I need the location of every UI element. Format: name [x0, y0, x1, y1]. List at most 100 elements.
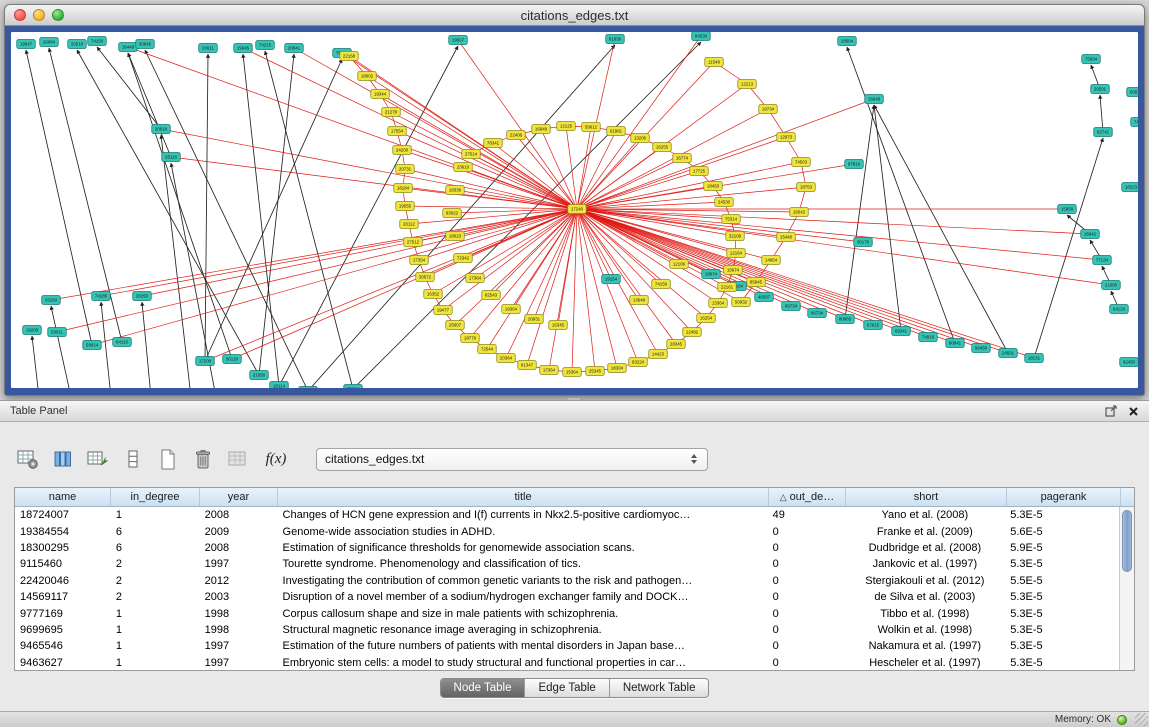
graph-node[interactable]: 74150 — [88, 37, 107, 46]
graph-node[interactable]: 76234 — [344, 385, 363, 389]
graph-node[interactable]: 13364 — [709, 299, 728, 308]
column-header-pagerank[interactable]: pagerank — [1007, 488, 1121, 506]
graph-node[interactable]: 12106 — [670, 260, 689, 269]
graph-node[interactable]: 20518 — [68, 40, 87, 49]
graph-node[interactable]: 16648 — [865, 95, 884, 104]
graph-node[interactable]: 13206 — [631, 134, 650, 143]
graph-node[interactable]: 19477 — [434, 306, 453, 315]
column-header-short[interactable]: short — [846, 488, 1007, 506]
graph-node[interactable]: 27514 — [462, 150, 481, 159]
graph-node[interactable]: 18223 — [1122, 183, 1138, 192]
graph-node[interactable]: 12973 — [777, 133, 796, 142]
graph-node[interactable]: 20731 — [396, 165, 415, 174]
graph-node[interactable]: 64110 — [113, 338, 132, 347]
graph-node[interactable]: 18304 — [608, 364, 627, 373]
graph-node[interactable]: 99450 — [972, 344, 991, 353]
graph-node[interactable]: 20364 — [497, 354, 516, 363]
graph-node[interactable]: 75314 — [722, 215, 741, 224]
graph-node[interactable]: 17554 — [388, 127, 407, 136]
graph-node[interactable]: 16114 — [270, 382, 289, 389]
graph-node[interactable]: 16254 — [697, 314, 716, 323]
graph-node[interactable]: 17364 — [466, 274, 485, 283]
graph-node[interactable]: 82543 — [482, 291, 501, 300]
graph-node[interactable]: 18023 — [446, 232, 465, 241]
graph-node[interactable]: 16042 — [790, 208, 809, 217]
graph-node[interactable]: 18131 — [1025, 354, 1044, 363]
delete-button[interactable] — [191, 447, 215, 471]
graph-node[interactable]: 19208 — [23, 326, 42, 335]
graph-node[interactable]: 25118 — [162, 153, 181, 162]
graph-node[interactable]: 16449 — [119, 43, 138, 52]
graph-node[interactable]: 50918 — [1127, 88, 1138, 97]
graph-node[interactable]: 18336 — [446, 186, 465, 195]
graph-node[interactable]: 92741 — [1094, 128, 1113, 137]
function-builder-button[interactable]: f(x) — [261, 447, 291, 471]
graph-node[interactable]: 59011 — [48, 328, 67, 337]
tab-node-table[interactable]: Node Table — [441, 679, 526, 697]
graph-node[interactable]: 74215 — [256, 41, 275, 50]
graph-node[interactable]: 16774 — [673, 154, 692, 163]
graph-node[interactable]: 17354 — [410, 256, 429, 265]
graph-node[interactable]: 72342 — [454, 254, 473, 263]
graph-node[interactable]: 74916 — [919, 333, 938, 342]
close-panel-icon[interactable] — [1128, 406, 1139, 417]
graph-node[interactable]: 15440 — [777, 233, 796, 242]
table-row[interactable]: 977716911998Corpus callosum shape and si… — [15, 605, 1119, 621]
tab-network-table[interactable]: Network Table — [610, 679, 709, 697]
column-header-name[interactable]: name — [15, 488, 111, 506]
graph-node[interactable]: 74165 — [1131, 118, 1138, 127]
graph-node[interactable]: 24501 — [999, 349, 1018, 358]
graph-node[interactable]: 11548 — [705, 58, 724, 67]
table-row[interactable]: 969969511998Structural magnetic resonanc… — [15, 622, 1119, 638]
table-row[interactable]: 946554611997Estimation of the future num… — [15, 638, 1119, 654]
graph-node[interactable]: 15364 — [563, 368, 582, 377]
graph-node[interactable]: 19154 — [602, 275, 621, 284]
graph-node[interactable]: 17240 — [568, 205, 587, 214]
graph-node[interactable]: 67915 — [864, 321, 883, 330]
graph-node[interactable]: 14954 — [762, 256, 781, 265]
graph-node[interactable]: 17364 — [540, 366, 559, 375]
tab-edge-table[interactable]: Edge Table — [525, 679, 609, 697]
graph-node[interactable]: 80941 — [946, 339, 965, 348]
graph-node[interactable]: 20112 — [400, 220, 419, 229]
graph-node[interactable]: 19567 — [449, 36, 468, 45]
table-row[interactable]: 1872400712008Changes of HCN gene express… — [15, 507, 1119, 523]
graph-node[interactable]: 77134 — [1093, 256, 1112, 265]
graph-node[interactable]: 95734 — [782, 302, 801, 311]
graph-node[interactable]: 18450 — [704, 182, 723, 191]
graph-node[interactable]: 19555 — [396, 202, 415, 211]
graph-node[interactable]: 17208 — [196, 357, 215, 366]
graph-node[interactable]: 20618 — [152, 125, 171, 134]
window-titlebar[interactable]: citations_edges.txt — [5, 5, 1144, 26]
graph-node[interactable]: 27512 — [404, 238, 423, 247]
graph-node[interactable]: 59014 — [83, 341, 102, 350]
graph-node[interactable]: 12164 — [727, 249, 746, 258]
graph-node[interactable]: 28345 — [667, 340, 686, 349]
zoom-window-button[interactable] — [52, 9, 64, 21]
graph-node[interactable]: 80965 — [836, 315, 855, 324]
table-select[interactable]: citations_edges.txt — [316, 448, 708, 471]
import-table-button[interactable] — [226, 447, 250, 471]
table-row[interactable]: 911546021997Tourette syndrome. Phenomeno… — [15, 556, 1119, 572]
graph-node[interactable]: 20841 — [285, 44, 304, 53]
close-window-button[interactable] — [14, 9, 26, 21]
graph-node[interactable]: 30250 — [133, 292, 152, 301]
graph-node[interactable]: 93224 — [629, 358, 648, 367]
graph-node[interactable]: 25260 — [42, 296, 61, 305]
show-columns-button[interactable] — [51, 447, 75, 471]
column-header-in_degree[interactable]: in_degree — [111, 488, 200, 506]
graph-node[interactable]: 16942 — [1081, 230, 1100, 239]
graph-node[interactable]: 12482 — [683, 328, 702, 337]
table-row[interactable]: 2242004622012Investigating the contribut… — [15, 573, 1119, 589]
column-header-out_de[interactable]: △out_de… — [769, 488, 846, 506]
graph-node[interactable]: 18002 — [358, 72, 377, 81]
graph-node[interactable]: 19364 — [502, 305, 521, 314]
graph-node[interactable]: 96734 — [808, 309, 827, 318]
table-row[interactable]: 1938455462009Genome-wide association stu… — [15, 523, 1119, 539]
graph-node[interactable]: 28504 — [838, 37, 857, 46]
graph-node[interactable]: 16255 — [653, 143, 672, 152]
graph-node[interactable]: 25345 — [586, 367, 605, 376]
graph-node[interactable]: 24530 — [715, 198, 734, 207]
graph-node[interactable]: 81830 — [606, 35, 625, 44]
graph-node[interactable]: 87919 — [845, 160, 864, 169]
